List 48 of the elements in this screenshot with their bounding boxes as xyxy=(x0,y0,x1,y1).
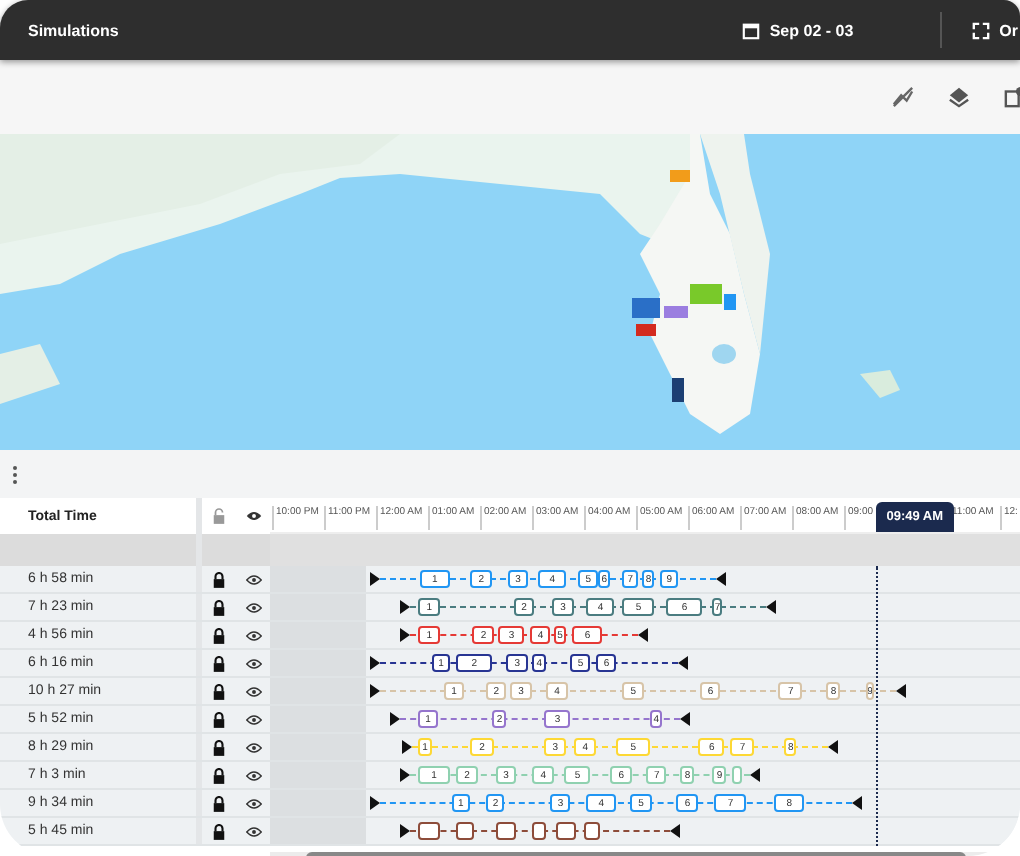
eye-icon[interactable] xyxy=(245,601,261,613)
date-range[interactable]: Sep 02 - 03 xyxy=(769,21,854,39)
eye-icon[interactable] xyxy=(245,657,261,669)
eye-icon[interactable] xyxy=(245,573,261,585)
eye-icon[interactable] xyxy=(245,741,261,753)
end-icon xyxy=(852,796,863,810)
eye-icon[interactable] xyxy=(245,510,261,522)
layers-icon[interactable] xyxy=(948,86,970,108)
end-icon xyxy=(716,572,727,586)
route-off-icon[interactable] xyxy=(892,86,914,108)
end-icon xyxy=(670,824,680,838)
unlock-icon[interactable] xyxy=(212,508,226,524)
eye-icon[interactable] xyxy=(245,825,261,837)
lock-icon[interactable] xyxy=(212,823,226,839)
lock-icon[interactable] xyxy=(212,655,226,671)
view-label[interactable]: Or xyxy=(999,21,1020,39)
expand-icon[interactable] xyxy=(971,21,990,39)
start-icon xyxy=(370,796,381,810)
stop-block[interactable] xyxy=(418,822,441,840)
lock-icon[interactable] xyxy=(212,795,226,811)
lock-icon[interactable] xyxy=(212,739,226,755)
end-icon xyxy=(638,628,649,642)
end-icon xyxy=(680,712,691,726)
eye-icon[interactable] xyxy=(245,769,261,781)
lock-icon[interactable] xyxy=(212,571,226,587)
start-icon xyxy=(399,824,410,838)
eye-icon[interactable] xyxy=(245,629,261,641)
lock-icon[interactable] xyxy=(212,711,226,727)
lock-icon[interactable] xyxy=(212,767,226,783)
end-icon xyxy=(896,684,907,698)
eye-icon[interactable] xyxy=(245,713,261,725)
map-pin-icon[interactable] xyxy=(1004,86,1020,108)
start-icon xyxy=(370,572,381,586)
lock-icon[interactable] xyxy=(212,627,226,643)
end-icon xyxy=(678,656,689,670)
eye-icon[interactable] xyxy=(245,797,261,809)
end-icon xyxy=(750,768,761,782)
eye-icon[interactable] xyxy=(245,685,261,697)
more-icon[interactable] xyxy=(12,465,18,483)
stop-block[interactable] xyxy=(556,822,577,840)
lock-icon[interactable] xyxy=(212,683,226,699)
app-title: Simulations xyxy=(28,21,119,39)
end-icon xyxy=(766,600,777,614)
lock-icon[interactable] xyxy=(212,599,226,615)
stop-block[interactable] xyxy=(456,822,475,840)
calendar-icon xyxy=(741,21,760,39)
stop-block[interactable] xyxy=(584,822,600,840)
end-icon xyxy=(828,740,839,754)
